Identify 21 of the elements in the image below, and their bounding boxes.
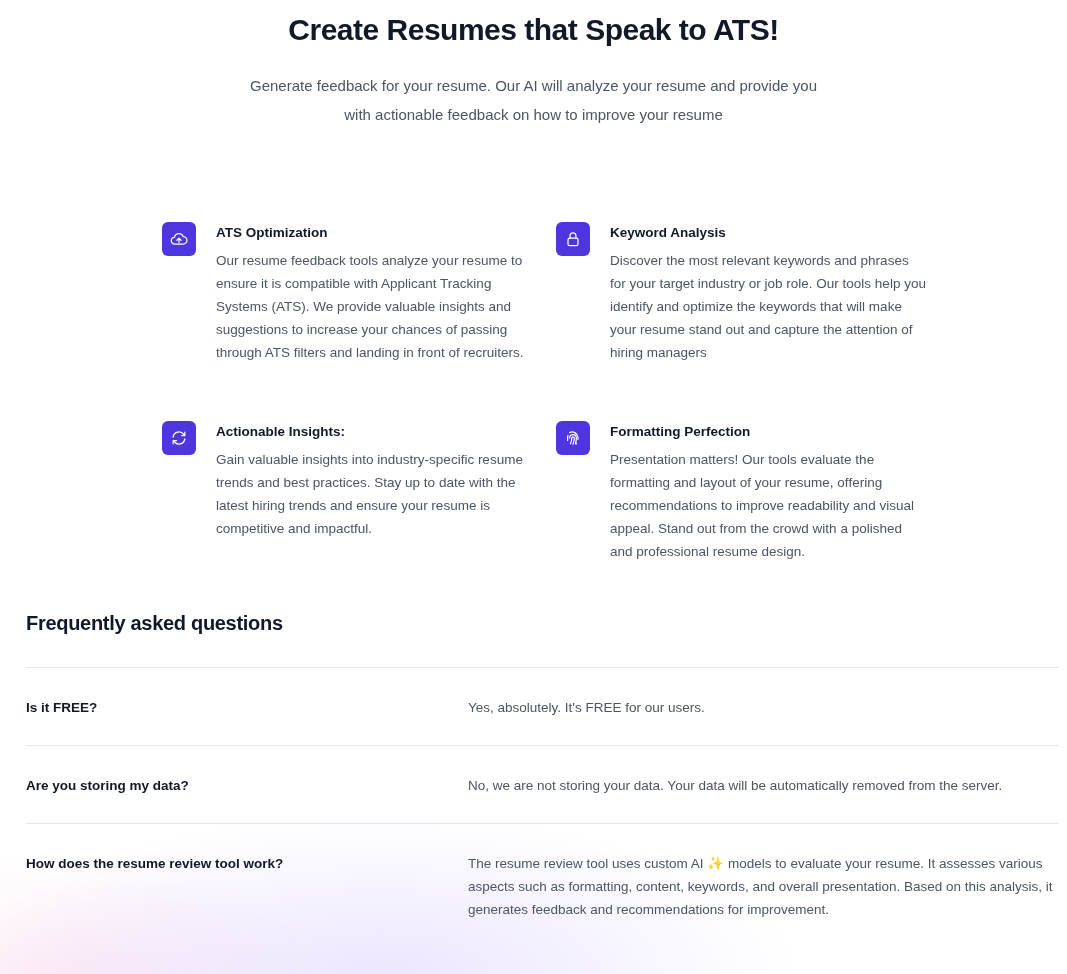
feature-description: Gain valuable insights into industry-specific resume trends and best practices. Stay up to date with the latest hiring trends and ensure your resume is competitive and impactful. <box>216 451 524 538</box>
feature-description: Our resume feedback tools analyze your resume to ensure it is compatible with Applicant Tracking Systems (ATS). We provide valuable insights and suggestions to increase your chances of passing through ATS filters and landing in front of recruiters. <box>216 252 525 362</box>
faq-answer: No, we are not storing your data. Your data will be automatically removed from the server. <box>468 777 1004 795</box>
feature-title: Keyword Analysis <box>610 224 727 242</box>
faq-answer: The resume review tool uses custom AI ✨ models to evaluate your resume. It assesses various aspects such as formatting, content, keywords, and overall presentation. Based on this analysis, it generates feedback and recommendations for improvement. <box>468 855 1054 919</box>
feature-title: ATS Optimization <box>216 224 329 242</box>
faq-heading: Frequently asked questions <box>26 611 284 636</box>
feature-title: Actionable Insights: <box>216 423 346 441</box>
feature-title: Formatting Perfection <box>610 423 752 441</box>
fingerprint-icon <box>556 421 590 455</box>
padlock-icon <box>556 222 590 256</box>
cloud-upload-icon <box>162 222 196 256</box>
faq-answer: Yes, absolutely. It's FREE for our users. <box>468 699 706 717</box>
page-subtitle: Generate feedback for your resume. Our AI will analyze your resume and provide you with actionable feedback on how to improve your resume <box>249 76 818 125</box>
feature-description: Discover the most relevant keywords and phrases for your target industry or job role. Our tools help you identify and optimize the keywords that will make your resume stand out and capture the attention of hiring managers <box>610 252 927 362</box>
faq-question: How does the resume review tool work? <box>26 855 285 873</box>
faq-question: Are you storing my data? <box>26 777 190 795</box>
feature-description: Presentation matters! Our tools evaluate the formatting and layout of your resume, offering recommendations to improve readability and visual appeal. Stand out from the crowd with a polished and professional resume design. <box>610 451 915 561</box>
faq-question: Is it FREE? <box>26 699 99 717</box>
refresh-icon <box>162 421 196 455</box>
page-title: Create Resumes that Speak to ATS! <box>288 12 779 48</box>
